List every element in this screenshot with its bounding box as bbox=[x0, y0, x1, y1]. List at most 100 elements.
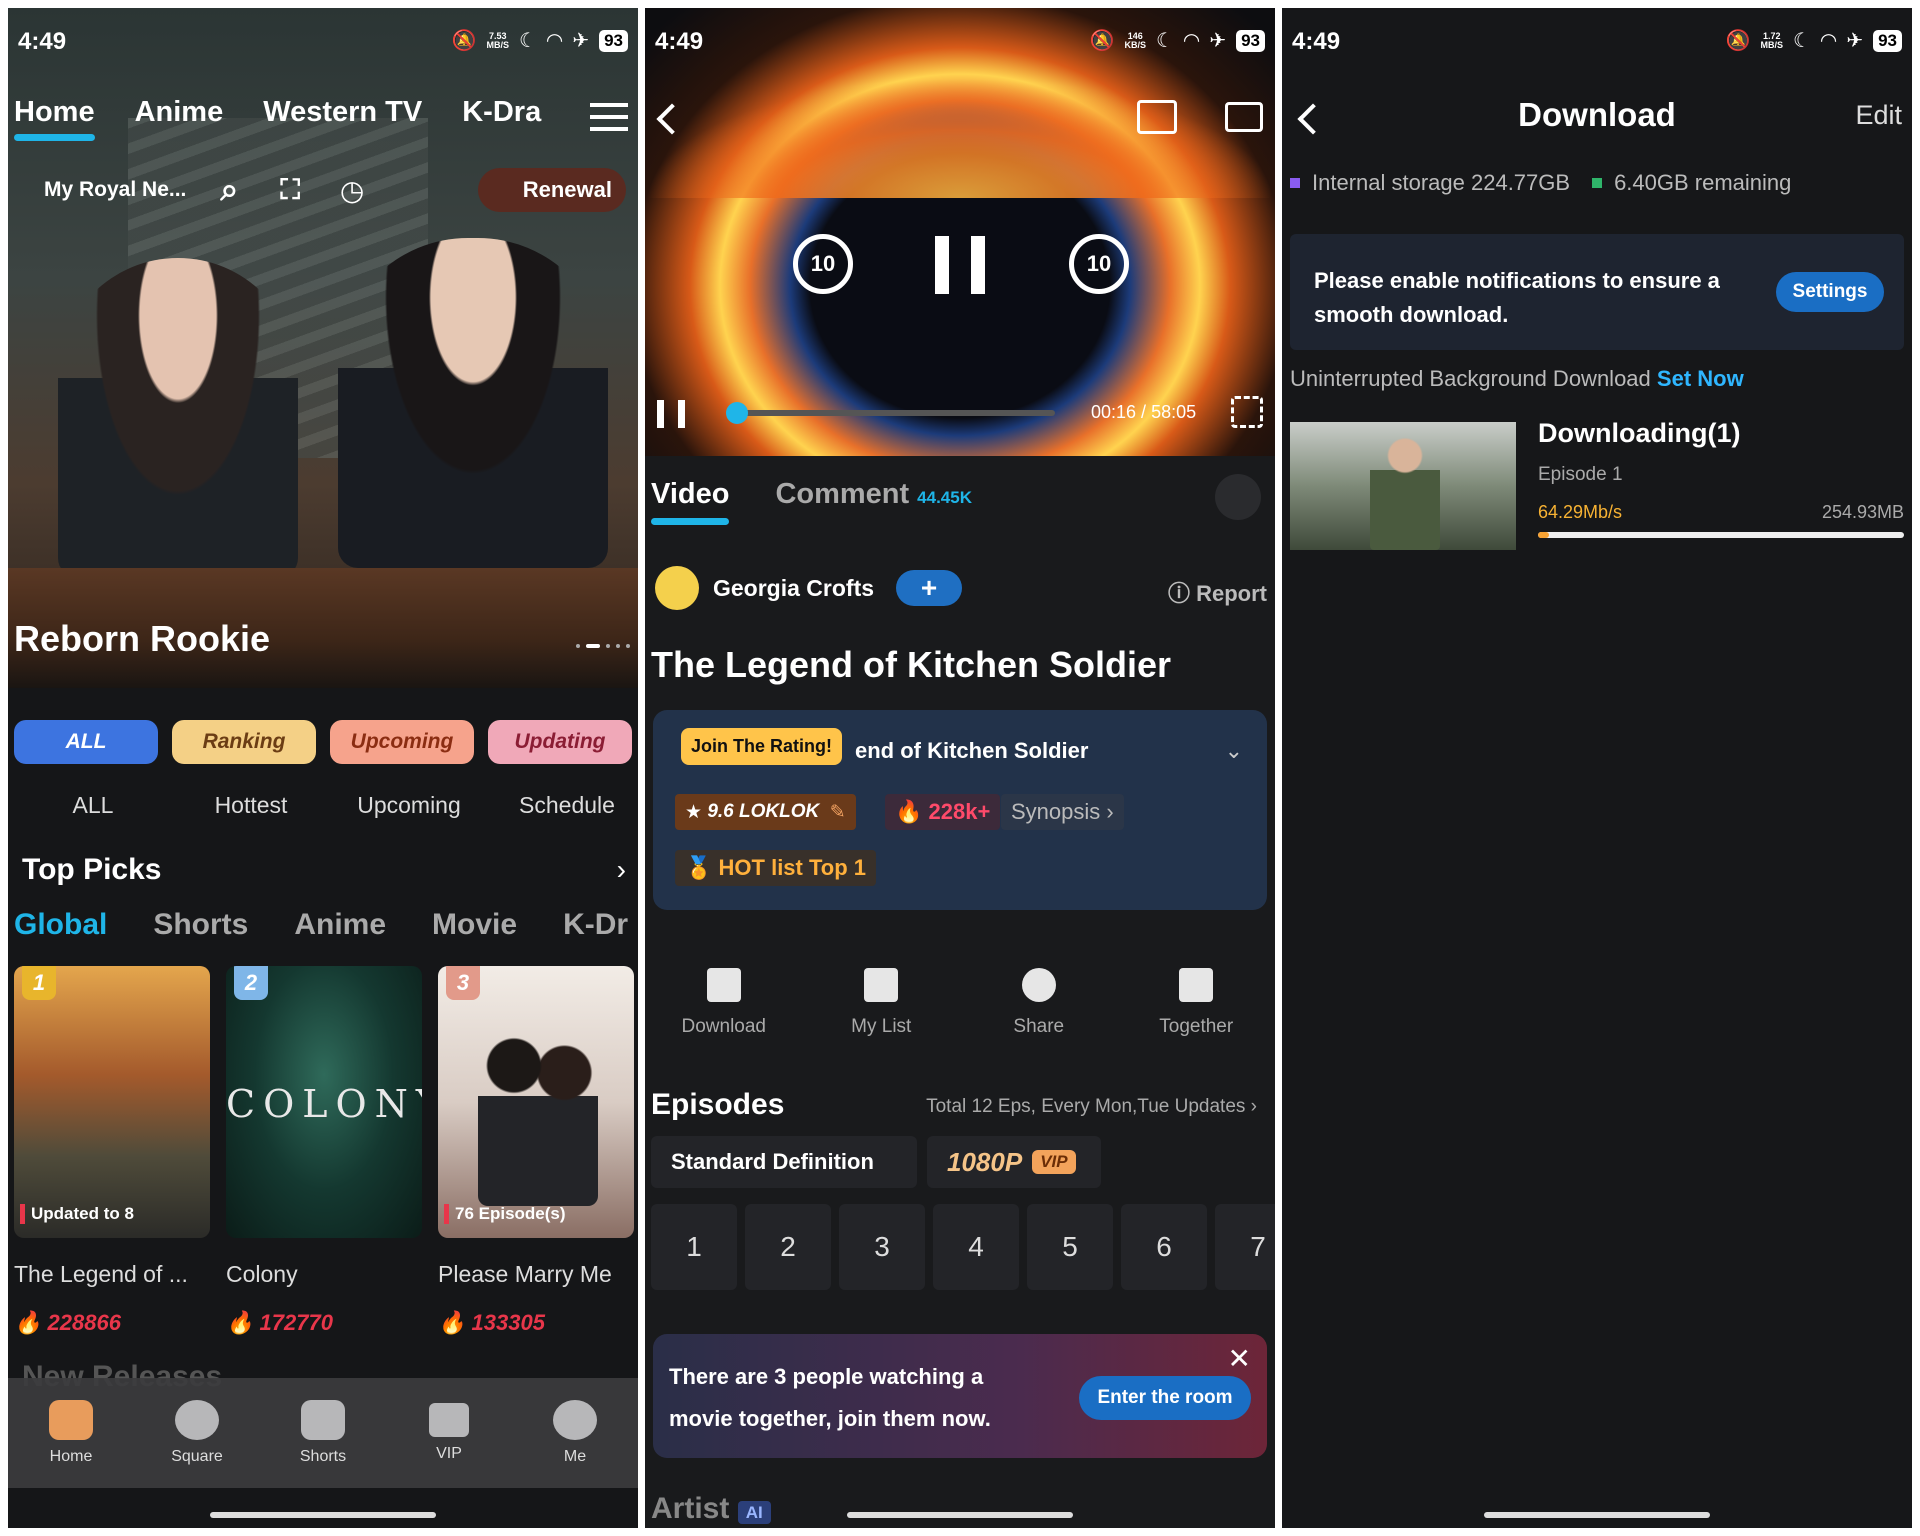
account-name[interactable]: My Royal Ne... bbox=[44, 178, 186, 202]
episode-grid: 1 2 3 4 5 6 7 bbox=[651, 1204, 1275, 1290]
carousel-dot bbox=[626, 644, 630, 648]
mute-icon: 🔕 bbox=[1089, 30, 1115, 52]
subtab-shorts[interactable]: Shorts bbox=[153, 908, 248, 942]
episode-button[interactable]: 5 bbox=[1027, 1204, 1113, 1290]
rank-badge: 1 bbox=[22, 966, 56, 1000]
subtab-k-drama[interactable]: K-Dr bbox=[563, 908, 628, 942]
chip-all[interactable]: ALL bbox=[14, 720, 158, 764]
watch-together-banner[interactable]: There are 3 people watching a movie toge… bbox=[653, 1334, 1267, 1458]
report-button[interactable]: ⓘ Report bbox=[1168, 576, 1267, 608]
nav-vip[interactable]: VIP bbox=[386, 1378, 512, 1488]
pip-icon[interactable] bbox=[1137, 100, 1177, 134]
chevron-right-icon[interactable]: › bbox=[617, 854, 626, 886]
category-labels: ALL Hottest Upcoming Schedule bbox=[14, 792, 638, 819]
scan-icon[interactable]: ⛶ bbox=[280, 174, 300, 207]
uploader-name[interactable]: Georgia Crofts bbox=[713, 575, 874, 602]
skip-forward-button[interactable]: 10 bbox=[1069, 234, 1129, 294]
poster-card-3[interactable]: 3 76 Episode(s) bbox=[438, 966, 634, 1238]
episode-button[interactable]: 6 bbox=[1121, 1204, 1207, 1290]
close-icon[interactable]: ✕ bbox=[1228, 1342, 1251, 1375]
action-label: Download bbox=[681, 1016, 767, 1037]
card-title-2[interactable]: Colony bbox=[226, 1261, 298, 1288]
pause-button[interactable] bbox=[935, 236, 985, 294]
avatar[interactable] bbox=[655, 566, 699, 610]
flame-icon: 🔥 bbox=[226, 1310, 254, 1335]
episodes-meta[interactable]: Total 12 Eps, Every Mon,Tue Updates › bbox=[926, 1096, 1257, 1118]
subtab-movie[interactable]: Movie bbox=[432, 908, 517, 942]
episode-button[interactable]: 2 bbox=[745, 1204, 831, 1290]
card-title-1[interactable]: The Legend of ... bbox=[14, 1261, 188, 1288]
poster-card-1[interactable]: 1 Updated to 8 bbox=[14, 966, 210, 1238]
definition-standard[interactable]: Standard Definition bbox=[651, 1136, 917, 1188]
tab-k-drama[interactable]: K-Dra bbox=[462, 96, 541, 129]
flame-icon: 🔥 bbox=[438, 1310, 466, 1335]
synopsis-chip[interactable]: Synopsis › bbox=[1001, 794, 1124, 830]
edit-button[interactable]: Edit bbox=[1855, 100, 1902, 131]
carousel-dots bbox=[576, 644, 630, 648]
action-label: Share bbox=[1013, 1016, 1065, 1037]
definition-1080p[interactable]: 1080P VIP bbox=[927, 1136, 1101, 1188]
subtab-anime[interactable]: Anime bbox=[294, 908, 386, 942]
score-chip[interactable]: ★ 9.6 LOKLOK ✎ bbox=[675, 794, 856, 830]
card-title-3[interactable]: Please Marry Me bbox=[438, 1261, 612, 1288]
history-icon[interactable]: ◷ bbox=[340, 174, 364, 207]
artist-label: Artist bbox=[651, 1492, 730, 1525]
tab-comment[interactable]: Comment 44.45K bbox=[775, 478, 972, 511]
enter-room-button[interactable]: Enter the room bbox=[1079, 1376, 1251, 1420]
search-icon[interactable]: ⌕ bbox=[220, 171, 238, 209]
episode-button[interactable]: 3 bbox=[839, 1204, 925, 1290]
tab-home[interactable]: Home bbox=[14, 96, 95, 141]
cast-icon[interactable] bbox=[1225, 102, 1263, 132]
nav-square[interactable]: Square bbox=[134, 1378, 260, 1488]
bell-icon[interactable] bbox=[1215, 474, 1261, 520]
chevron-down-icon[interactable]: ⌄ bbox=[1225, 738, 1243, 764]
info-card[interactable]: Join The Rating! end of Kitchen Soldier … bbox=[653, 710, 1267, 910]
my-list-action[interactable]: My List bbox=[803, 968, 961, 1038]
seek-bar[interactable] bbox=[725, 402, 1055, 424]
download-title[interactable]: Downloading(1) bbox=[1538, 418, 1740, 449]
category-label-upcoming[interactable]: Upcoming bbox=[330, 792, 488, 819]
nav-label: Shorts bbox=[299, 1448, 347, 1465]
tab-western-tv[interactable]: Western TV bbox=[263, 96, 422, 129]
info-title: end of Kitchen Soldier bbox=[855, 738, 1089, 763]
fullscreen-icon[interactable] bbox=[1231, 396, 1263, 428]
section-title[interactable]: Top Picks bbox=[22, 853, 161, 887]
settings-button[interactable]: Settings bbox=[1776, 272, 1884, 312]
nav-shorts[interactable]: Shorts bbox=[260, 1378, 386, 1488]
seek-knob[interactable] bbox=[725, 402, 748, 424]
tab-video[interactable]: Video bbox=[651, 478, 730, 525]
hot-list-chip[interactable]: 🏅 HOT list Top 1 bbox=[675, 850, 877, 886]
episode-button[interactable]: 7 bbox=[1215, 1204, 1275, 1290]
download-action[interactable]: Download bbox=[645, 968, 803, 1038]
subtab-global[interactable]: Global bbox=[14, 908, 107, 942]
skip-back-button[interactable]: 10 bbox=[793, 234, 853, 294]
chip-updating[interactable]: Updating bbox=[488, 720, 632, 764]
pause-small-button[interactable] bbox=[657, 400, 685, 428]
nav-home[interactable]: Home bbox=[8, 1378, 134, 1488]
download-thumbnail[interactable] bbox=[1290, 422, 1516, 550]
set-now-link[interactable]: Set Now bbox=[1657, 366, 1744, 391]
share-action[interactable]: Share bbox=[960, 968, 1118, 1038]
category-label-schedule[interactable]: Schedule bbox=[488, 792, 638, 819]
follow-button[interactable]: + bbox=[896, 570, 963, 606]
flame-icon: 🔥 bbox=[14, 1310, 42, 1335]
renewal-button[interactable]: Renewal bbox=[478, 168, 626, 212]
menu-icon[interactable] bbox=[590, 103, 628, 131]
category-label-all[interactable]: ALL bbox=[14, 792, 172, 819]
nav-me[interactable]: Me bbox=[512, 1378, 638, 1488]
poster-card-2[interactable]: 2 COLONY bbox=[226, 966, 422, 1238]
heat-value: 228k+ bbox=[928, 799, 991, 824]
chip-upcoming[interactable]: Upcoming bbox=[330, 720, 474, 764]
video-player[interactable] bbox=[645, 8, 1275, 456]
tab-anime[interactable]: Anime bbox=[135, 96, 224, 129]
carousel-dot-active bbox=[586, 644, 600, 648]
episode-button[interactable]: 1 bbox=[651, 1204, 737, 1290]
together-action[interactable]: Together bbox=[1118, 968, 1276, 1038]
nav-label: Me bbox=[563, 1448, 587, 1465]
hero-title[interactable]: Reborn Rookie bbox=[14, 618, 270, 660]
rating-bubble[interactable]: Join The Rating! bbox=[681, 728, 842, 765]
chip-ranking[interactable]: Ranking bbox=[172, 720, 316, 764]
episode-button[interactable]: 4 bbox=[933, 1204, 1019, 1290]
category-label-hottest[interactable]: Hottest bbox=[172, 792, 330, 819]
update-tag: Updated to 8 bbox=[20, 1204, 134, 1224]
